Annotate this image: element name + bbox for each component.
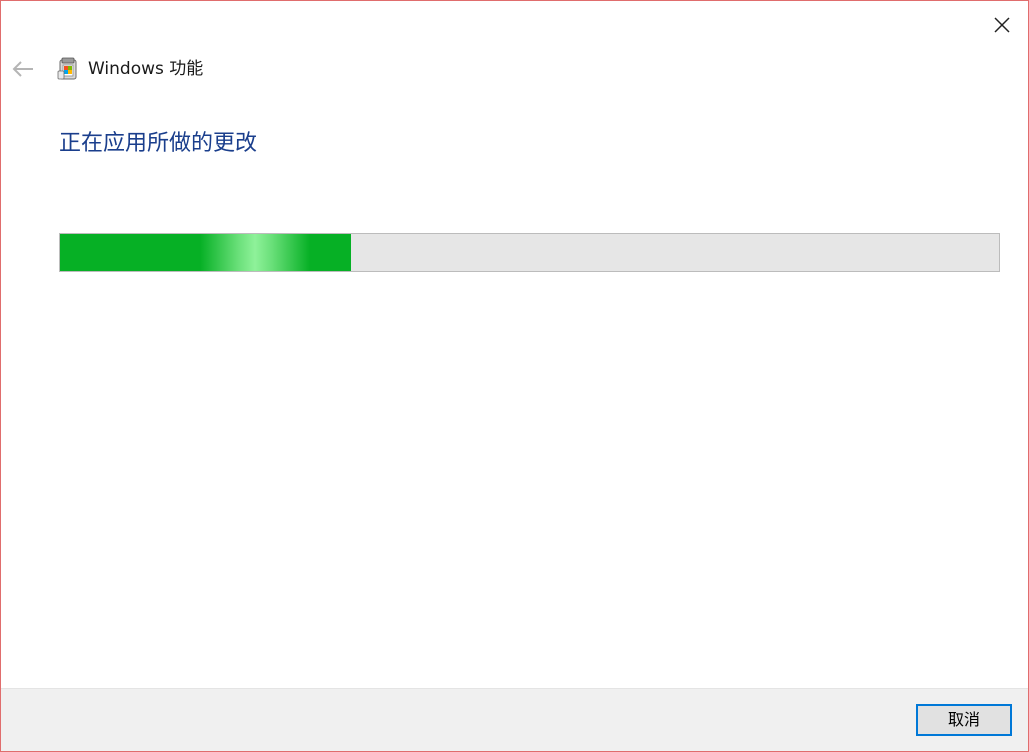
windows-features-icon [57,57,79,81]
page-heading: 正在应用所做的更改 [59,131,258,156]
dialog-window: Windows 功能 正在应用所做的更改 取消 [0,0,1029,752]
dialog-footer: 取消 [1,688,1028,751]
progress-bar [59,233,1000,272]
window-title: Windows 功能 [88,59,204,79]
back-button[interactable] [11,59,35,79]
close-icon [994,17,1010,33]
cancel-button[interactable]: 取消 [916,704,1012,736]
back-arrow-icon [12,61,33,77]
progress-glow [200,234,310,271]
close-button[interactable] [988,11,1016,39]
progress-fill [60,234,352,271]
